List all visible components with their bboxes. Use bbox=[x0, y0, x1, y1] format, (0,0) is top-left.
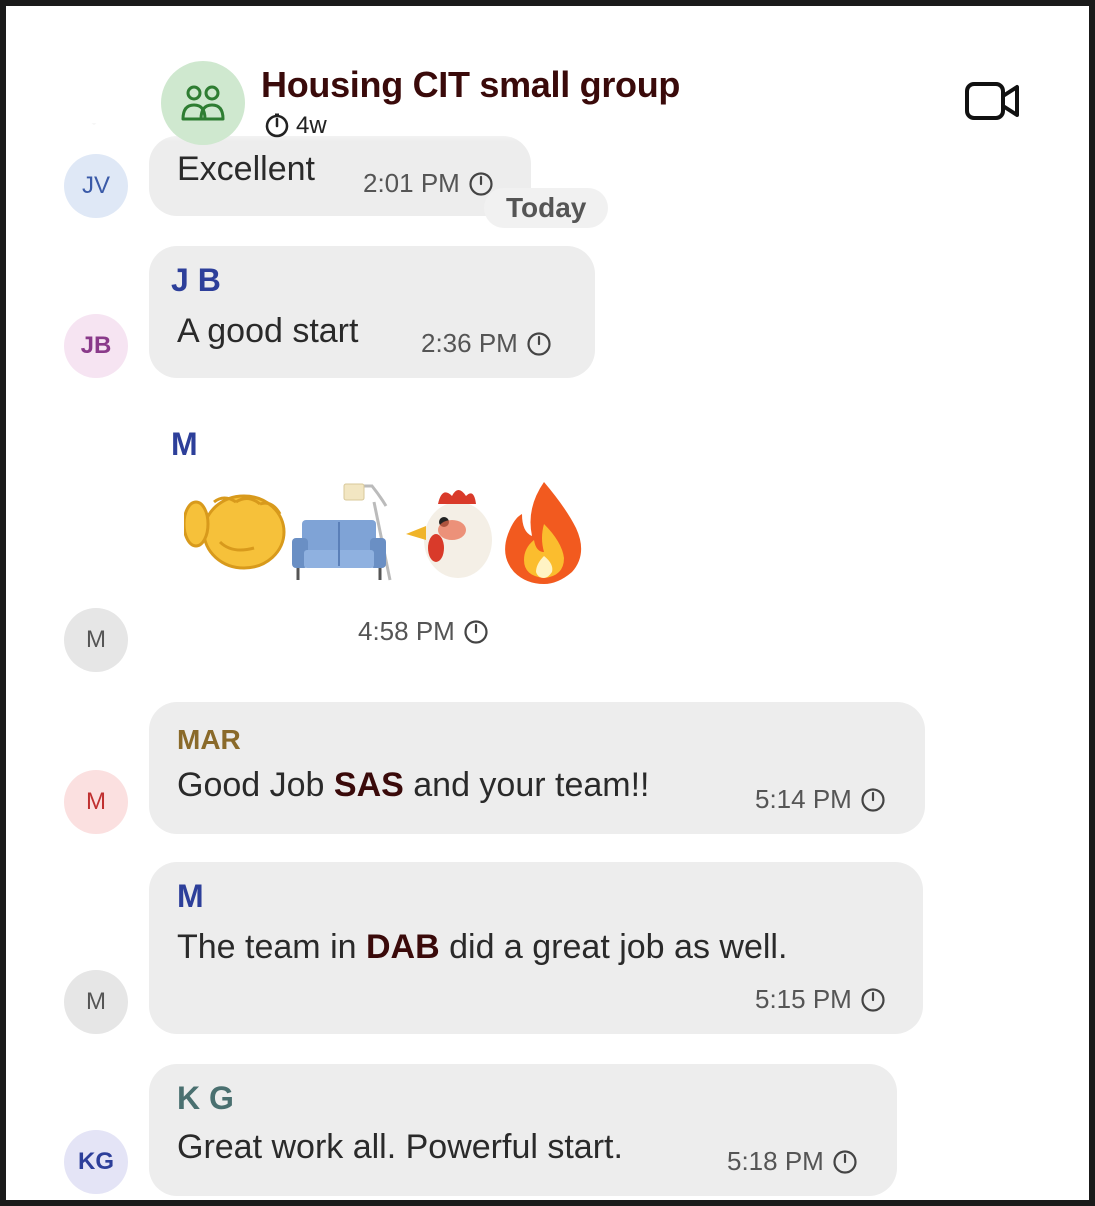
sender-name[interactable]: M bbox=[177, 878, 204, 915]
message-bubble[interactable]: M The team in DAB did a great job as wel… bbox=[149, 862, 923, 1034]
time-label: 2:36 PM bbox=[421, 328, 518, 358]
message-text-part: and your team!! bbox=[403, 766, 650, 804]
avatar[interactable]: JV bbox=[64, 154, 128, 218]
sender-name[interactable]: J B bbox=[171, 262, 221, 299]
avatar[interactable]: M bbox=[64, 770, 128, 834]
message-bubble[interactable]: J B A good start 2:36 PM bbox=[149, 246, 595, 378]
sender-name[interactable]: M bbox=[171, 426, 198, 463]
message-text-part: The team in bbox=[177, 928, 366, 966]
timer-icon bbox=[464, 619, 488, 644]
group-avatar-overlay[interactable] bbox=[161, 61, 245, 145]
avatar[interactable]: JB bbox=[64, 314, 128, 378]
message-text: Great work all. Powerful start. bbox=[177, 1128, 623, 1166]
date-divider: Today bbox=[484, 188, 609, 228]
message-time: 5:15 PM bbox=[755, 984, 886, 1015]
time-label: 2:01 PM bbox=[363, 168, 460, 198]
emoji-message[interactable] bbox=[184, 474, 604, 590]
timer-icon bbox=[265, 113, 289, 138]
time-label: 5:18 PM bbox=[727, 1146, 824, 1176]
message-text-part: Good Job bbox=[177, 766, 334, 804]
fire-icon bbox=[505, 482, 582, 584]
message-text: A good start bbox=[177, 312, 359, 350]
message-text-part: did a great job as well. bbox=[439, 928, 788, 966]
message-time: 5:18 PM bbox=[727, 1146, 858, 1177]
avatar[interactable]: KG bbox=[64, 1130, 128, 1194]
disappearing-timer-overlay: 4w bbox=[264, 112, 327, 140]
rooster-icon bbox=[406, 490, 492, 578]
avatar[interactable]: M bbox=[64, 970, 128, 1034]
timer-icon bbox=[527, 331, 551, 356]
video-call-icon[interactable] bbox=[964, 80, 1022, 122]
chat-screen: Housing CIT small group 4w JV Excellent … bbox=[0, 0, 1095, 1206]
message-time: 4:58 PM bbox=[358, 616, 489, 647]
message-time: 2:01 PM bbox=[363, 168, 494, 199]
group-title-overlay[interactable]: Housing CIT small group bbox=[261, 64, 680, 106]
time-label: 4:58 PM bbox=[358, 616, 455, 646]
message-time: 2:36 PM bbox=[421, 328, 552, 359]
message-text: Good Job SAS and your team!! bbox=[177, 766, 650, 805]
highlighted-word: SAS bbox=[333, 766, 404, 804]
sender-name[interactable]: K G bbox=[177, 1080, 234, 1117]
sender-name[interactable]: MAR bbox=[177, 724, 241, 756]
group-people-icon bbox=[181, 85, 225, 121]
timer-icon bbox=[861, 987, 885, 1012]
timer-label: 4w bbox=[296, 112, 327, 139]
message-text: Excellent bbox=[177, 150, 315, 188]
message-bubble[interactable]: MAR Good Job SAS and your team!! 5:14 PM bbox=[149, 702, 925, 834]
timer-icon bbox=[833, 1149, 857, 1174]
message-bubble[interactable]: Excellent 2:01 PM bbox=[149, 136, 531, 216]
avatar[interactable]: M bbox=[64, 608, 128, 672]
timer-icon bbox=[861, 787, 885, 812]
message-bubble[interactable]: K G Great work all. Powerful start. 5:18… bbox=[149, 1064, 897, 1196]
highlighted-word: DAB bbox=[365, 928, 440, 966]
message-time: 5:14 PM bbox=[755, 784, 886, 815]
time-label: 5:14 PM bbox=[755, 784, 852, 814]
couch-and-lamp-icon bbox=[292, 483, 392, 581]
oncoming-fist-icon bbox=[184, 494, 286, 570]
time-label: 5:15 PM bbox=[755, 984, 852, 1014]
message-text: The team in DAB did a great job as well. bbox=[177, 928, 787, 967]
